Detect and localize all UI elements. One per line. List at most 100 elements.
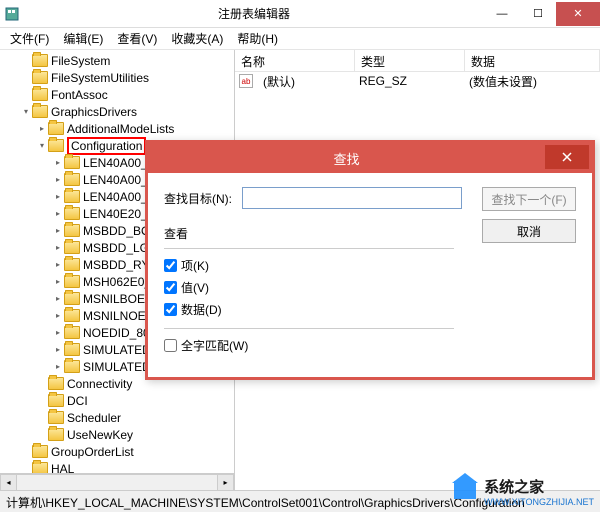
tree-label: FontAssoc — [51, 88, 108, 102]
twisty-closed-icon[interactable]: ▸ — [52, 191, 64, 203]
twisty-none — [36, 378, 48, 390]
twisty-none — [20, 89, 32, 101]
menu-favorites[interactable]: 收藏夹(A) — [165, 28, 229, 49]
cell-type: REG_SZ — [353, 73, 463, 89]
dialog-titlebar[interactable]: 查找 — [148, 143, 592, 173]
twisty-closed-icon[interactable]: ▸ — [52, 242, 64, 254]
twisty-closed-icon[interactable]: ▸ — [52, 208, 64, 220]
twisty-closed-icon[interactable]: ▸ — [52, 174, 64, 186]
chk-values[interactable]: 值(V) — [164, 279, 576, 296]
folder-icon — [64, 343, 80, 356]
twisty-closed-icon[interactable]: ▸ — [52, 293, 64, 305]
chk-data[interactable]: 数据(D) — [164, 301, 576, 318]
twisty-none — [36, 395, 48, 407]
twisty-none — [20, 55, 32, 67]
minimize-button[interactable]: — — [484, 2, 520, 26]
twisty-open-icon[interactable]: ▾ — [20, 106, 32, 118]
folder-icon — [64, 360, 80, 373]
menu-help[interactable]: 帮助(H) — [231, 28, 284, 49]
col-name[interactable]: 名称 — [235, 50, 355, 71]
folder-icon — [64, 224, 80, 237]
twisty-closed-icon[interactable]: ▸ — [52, 157, 64, 169]
folder-icon — [48, 411, 64, 424]
scroll-right-icon[interactable]: ▸ — [217, 474, 234, 491]
twisty-closed-icon[interactable]: ▸ — [52, 276, 64, 288]
tree-row[interactable]: ▸ AdditionalModeLists — [0, 120, 234, 137]
col-data[interactable]: 数据 — [465, 50, 600, 71]
twisty-closed-icon[interactable]: ▸ — [52, 344, 64, 356]
folder-icon — [32, 445, 48, 458]
folder-icon — [64, 190, 80, 203]
folder-icon — [48, 122, 64, 135]
divider — [164, 328, 454, 329]
watermark: 系统之家 WWW.XITONGZHIJIA.NET — [454, 476, 594, 507]
folder-icon — [32, 54, 48, 67]
scroll-left-icon[interactable]: ◂ — [0, 474, 17, 491]
twisty-none — [36, 412, 48, 424]
maximize-button[interactable]: ☐ — [520, 2, 556, 26]
list-row[interactable]: ab (默认) REG_SZ (数值未设置) — [235, 72, 600, 90]
tree-hscrollbar[interactable]: ◂ ▸ — [0, 473, 234, 490]
string-value-icon: ab — [239, 74, 253, 88]
folder-icon — [64, 258, 80, 271]
twisty-closed-icon[interactable]: ▸ — [36, 123, 48, 135]
folder-icon — [48, 428, 64, 441]
cell-data: (数值未设置) — [463, 72, 543, 91]
window-title: 注册表编辑器 — [24, 5, 484, 22]
divider — [164, 248, 454, 249]
tree-row[interactable]: FileSystem — [0, 52, 234, 69]
chk-data-box[interactable] — [164, 303, 177, 316]
menu-file[interactable]: 文件(F) — [4, 28, 55, 49]
folder-icon — [48, 377, 64, 390]
twisty-open-icon[interactable]: ▾ — [36, 140, 48, 152]
watermark-logo-icon — [454, 481, 480, 503]
tree-row[interactable]: UseNewKey — [0, 426, 234, 443]
twisty-closed-icon[interactable]: ▸ — [52, 259, 64, 271]
tree-label: FileSystemUtilities — [51, 71, 149, 85]
twisty-closed-icon[interactable]: ▸ — [52, 225, 64, 237]
tree-row[interactable]: DCI — [0, 392, 234, 409]
cancel-button[interactable]: 取消 — [482, 219, 576, 243]
watermark-name: 系统之家 — [484, 476, 594, 497]
tree-label: AdditionalModeLists — [67, 122, 174, 136]
twisty-none — [20, 446, 32, 458]
close-button[interactable]: ✕ — [556, 2, 600, 26]
folder-icon — [32, 105, 48, 118]
twisty-closed-icon[interactable]: ▸ — [52, 327, 64, 339]
tree-row[interactable]: Scheduler — [0, 409, 234, 426]
twisty-none — [36, 429, 48, 441]
folder-icon — [32, 88, 48, 101]
menu-view[interactable]: 查看(V) — [111, 28, 163, 49]
regedit-icon — [0, 0, 24, 28]
list-header: 名称 类型 数据 — [235, 50, 600, 72]
col-type[interactable]: 类型 — [355, 50, 465, 71]
twisty-closed-icon[interactable]: ▸ — [52, 361, 64, 373]
chk-wholeword[interactable]: 全字匹配(W) — [164, 337, 576, 354]
chk-values-box[interactable] — [164, 281, 177, 294]
folder-icon — [64, 275, 80, 288]
folder-icon — [64, 326, 80, 339]
twisty-closed-icon[interactable]: ▸ — [52, 310, 64, 322]
tree-row[interactable]: FontAssoc — [0, 86, 234, 103]
find-target-label: 查找目标(N): — [164, 190, 232, 207]
folder-icon — [32, 71, 48, 84]
folder-icon — [64, 292, 80, 305]
chk-keys-box[interactable] — [164, 259, 177, 272]
chk-wholeword-box[interactable] — [164, 339, 177, 352]
find-next-button[interactable]: 查找下一个(F) — [482, 187, 576, 211]
tree-row[interactable]: FileSystemUtilities — [0, 69, 234, 86]
tree-label: GroupOrderList — [51, 445, 134, 459]
menu-edit[interactable]: 编辑(E) — [57, 28, 109, 49]
cell-name: (默认) — [257, 72, 353, 91]
twisty-none — [20, 72, 32, 84]
find-target-input[interactable] — [242, 187, 462, 209]
titlebar: 注册表编辑器 — ☐ ✕ — [0, 0, 600, 28]
folder-icon — [64, 156, 80, 169]
menubar: 文件(F) 编辑(E) 查看(V) 收藏夹(A) 帮助(H) — [0, 28, 600, 50]
chk-keys[interactable]: 项(K) — [164, 257, 576, 274]
scroll-track[interactable] — [17, 474, 217, 491]
tree-row[interactable]: GroupOrderList — [0, 443, 234, 460]
dialog-close-button[interactable] — [545, 145, 589, 169]
tree-label: UseNewKey — [67, 428, 133, 442]
tree-row[interactable]: ▾GraphicsDrivers — [0, 103, 234, 120]
